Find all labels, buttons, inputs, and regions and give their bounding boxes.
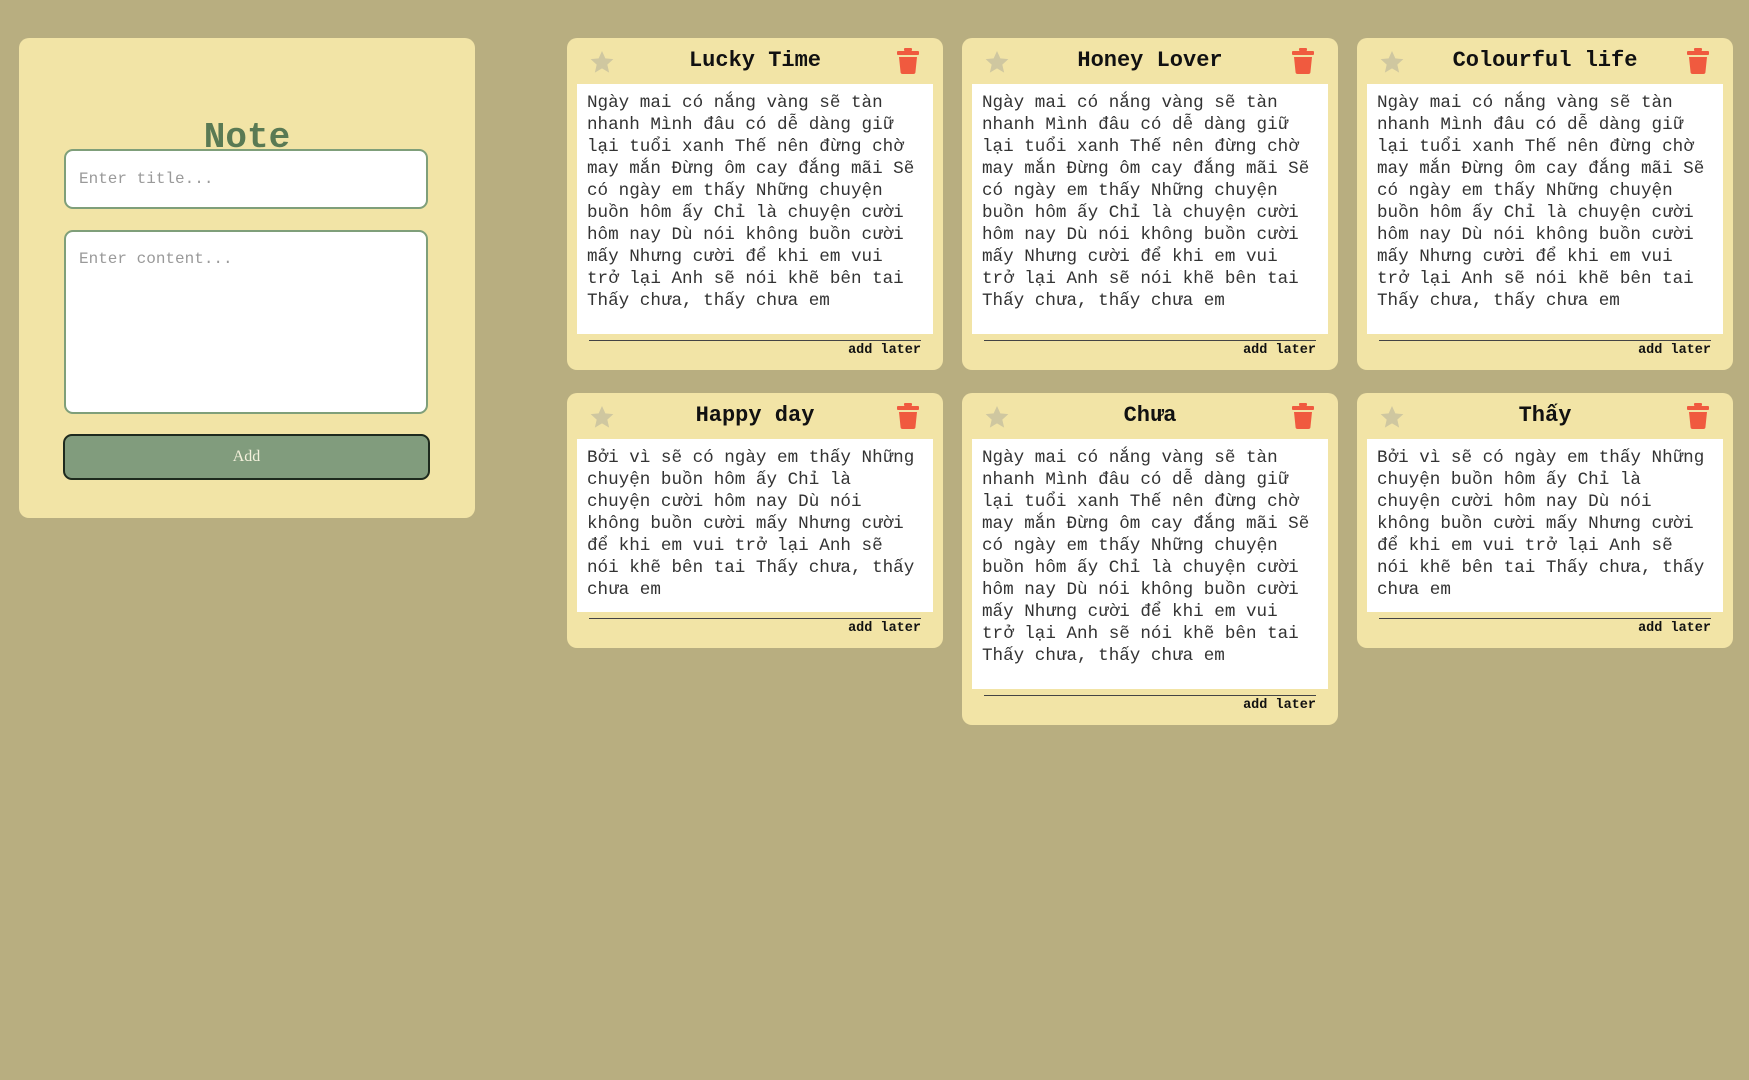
star-icon[interactable] xyxy=(984,49,1010,75)
note-card: Happy day Bởi vì sẽ có ngày em thấy Nhữn… xyxy=(567,393,943,648)
note-footer: add later xyxy=(984,695,1316,725)
trash-icon[interactable] xyxy=(1292,48,1314,74)
note-form-panel: Note Add xyxy=(19,38,475,518)
star-icon[interactable] xyxy=(589,49,615,75)
note-card: Colourful life Ngày mai có nắng vàng sẽ … xyxy=(1357,38,1733,370)
content-input[interactable] xyxy=(64,230,428,414)
star-icon[interactable] xyxy=(1379,49,1405,75)
note-card: Lucky Time Ngày mai có nắng vàng sẽ tàn … xyxy=(567,38,943,370)
note-header: Happy day xyxy=(567,393,943,439)
title-input[interactable] xyxy=(64,149,428,209)
note-header: Chưa xyxy=(962,393,1338,439)
trash-icon[interactable] xyxy=(897,48,919,74)
trash-icon[interactable] xyxy=(897,403,919,429)
note-card: Honey Lover Ngày mai có nắng vàng sẽ tàn… xyxy=(962,38,1338,370)
star-icon[interactable] xyxy=(984,404,1010,430)
note-footer: add later xyxy=(984,340,1316,370)
note-card: Thấy Bởi vì sẽ có ngày em thấy Những chu… xyxy=(1357,393,1733,648)
note-content: Ngày mai có nắng vàng sẽ tàn nhanh Mình … xyxy=(972,439,1328,689)
note-title: Colourful life xyxy=(1452,48,1638,73)
note-footer: add later xyxy=(1379,340,1711,370)
note-content: Bởi vì sẽ có ngày em thấy Những chuyện b… xyxy=(577,439,933,612)
note-title: Lucky Time xyxy=(688,48,822,73)
note-title: Honey Lover xyxy=(1077,48,1223,73)
note-title: Thấy xyxy=(1518,403,1572,428)
add-button[interactable]: Add xyxy=(63,434,430,480)
trash-icon[interactable] xyxy=(1292,403,1314,429)
note-content: Ngày mai có nắng vàng sẽ tàn nhanh Mình … xyxy=(972,84,1328,334)
note-content: Ngày mai có nắng vàng sẽ tàn nhanh Mình … xyxy=(1367,84,1723,334)
note-content: Bởi vì sẽ có ngày em thấy Những chuyện b… xyxy=(1367,439,1723,612)
trash-icon[interactable] xyxy=(1687,48,1709,74)
note-footer: add later xyxy=(589,618,921,648)
note-header: Lucky Time xyxy=(567,38,943,84)
note-title: Chưa xyxy=(1123,403,1177,428)
note-footer: add later xyxy=(589,340,921,370)
note-title: Happy day xyxy=(695,403,815,428)
note-footer: add later xyxy=(1379,618,1711,648)
note-header: Honey Lover xyxy=(962,38,1338,84)
star-icon[interactable] xyxy=(1379,404,1405,430)
note-content: Ngày mai có nắng vàng sẽ tàn nhanh Mình … xyxy=(577,84,933,334)
trash-icon[interactable] xyxy=(1687,403,1709,429)
note-header: Thấy xyxy=(1357,393,1733,439)
note-card: Chưa Ngày mai có nắng vàng sẽ tàn nhanh … xyxy=(962,393,1338,725)
star-icon[interactable] xyxy=(589,404,615,430)
note-header: Colourful life xyxy=(1357,38,1733,84)
